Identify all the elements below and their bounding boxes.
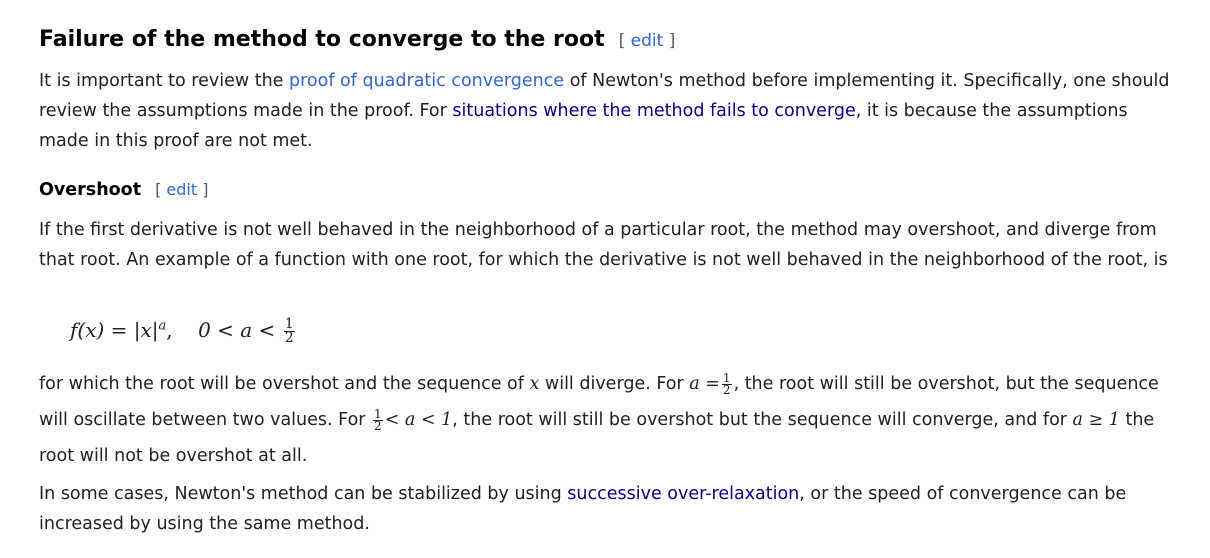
subsection-title: Overshoot: [39, 180, 142, 200]
overshoot-equation: f(x) = |x|a, 0 < a < 12: [70, 316, 295, 346]
intro-paragraph: It is important to review the proof of q…: [39, 71, 1170, 151]
overshoot-paragraph-2: for which the root will be overshot and …: [39, 370, 1159, 467]
successive-over-relaxation-link[interactable]: successive over-relaxation: [567, 484, 799, 504]
overshoot-paragraph-1: If the first derivative is not well beha…: [39, 220, 1168, 270]
proof-of-quadratic-convergence-link[interactable]: proof of quadratic convergence: [289, 71, 564, 91]
situations-method-fails-link[interactable]: situations where the method fails to con…: [452, 101, 855, 121]
section-title: Failure of the method to converge to the…: [39, 27, 605, 52]
edit-subsection-link[interactable]: edit: [166, 180, 197, 199]
section-heading: Failure of the method to converge to the…: [39, 27, 675, 52]
edit-section-link[interactable]: edit: [631, 31, 664, 51]
equation-fraction: 12: [283, 316, 295, 346]
half-fraction-2: 12: [373, 406, 383, 433]
overshoot-paragraph-3: In some cases, Newton's method can be st…: [39, 484, 1127, 534]
edit-section-link-wrapper: [ edit ]: [618, 31, 676, 51]
edit-subsection-link-wrapper: [ edit ]: [155, 180, 209, 199]
half-fraction-1: 12: [721, 370, 732, 397]
subsection-heading: Overshoot [ edit ]: [39, 180, 208, 200]
